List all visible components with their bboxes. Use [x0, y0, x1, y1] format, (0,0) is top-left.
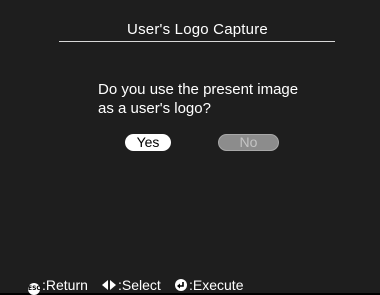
select-hint: :Select [102, 277, 161, 293]
execute-label: :Execute [189, 277, 244, 293]
esc-icon: ESC [28, 283, 41, 295]
no-button[interactable]: No [218, 134, 279, 151]
return-label: :Return [42, 277, 88, 293]
execute-hint: :Execute [175, 277, 243, 293]
select-label: :Select [118, 277, 161, 293]
left-right-arrows-icon [102, 277, 116, 293]
yes-button[interactable]: Yes [125, 134, 171, 151]
confirmation-prompt: Do you use the present image as a user's… [98, 80, 358, 118]
prompt-line-2: as a user's logo? [98, 100, 211, 117]
prompt-line-1: Do you use the present image [98, 81, 299, 98]
title-divider [59, 41, 335, 42]
dialog-title: User's Logo Capture [127, 21, 268, 38]
return-hint: ESC:Return [28, 277, 88, 295]
enter-icon [175, 279, 187, 291]
logo-capture-screen: User's Logo Capture Do you use the prese… [0, 0, 380, 295]
